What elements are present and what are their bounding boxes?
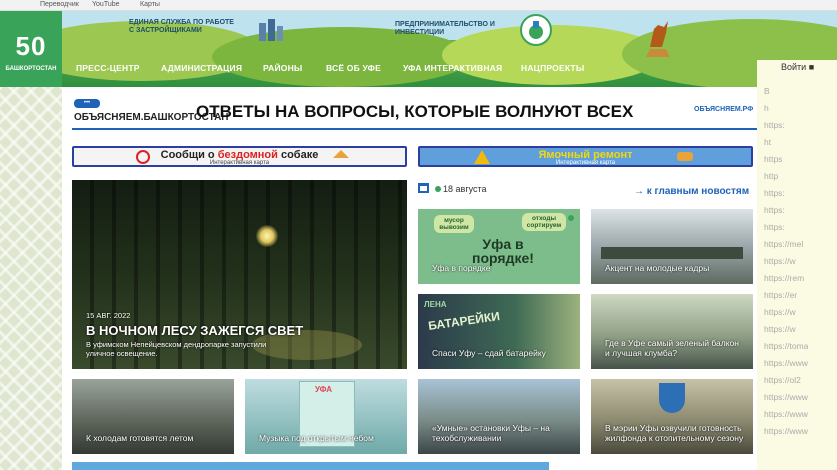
user-icon: ■ (808, 62, 815, 72)
logo-caption: БАШКОРТОСТАН (5, 66, 57, 72)
news-tile-heating-season[interactable]: В мэрии Уфы озвучили готовность жилфонда… (591, 379, 753, 454)
live-dot-icon (568, 215, 574, 221)
bottom-banner-strip (72, 462, 549, 470)
nav-national-projects[interactable]: НАЦПРОЕКТЫ (521, 63, 584, 73)
monument-icon (640, 13, 676, 59)
sidebar-link[interactable]: https://w (764, 256, 796, 266)
nav-about-ufa[interactable]: ВСЁ ОБ УФЕ (326, 63, 381, 73)
buildings-icon (257, 17, 285, 41)
news-tile-smart-stops[interactable]: «Умные» остановки Уфы – на техобслуживан… (418, 379, 580, 454)
tile-sign-1: ЛЕНА (424, 300, 447, 309)
main-news-link[interactable]: → к главным новостям (634, 186, 749, 197)
nav-districts[interactable]: РАЙОНЫ (263, 63, 302, 73)
tile-sign-3: Уфа в порядке! (472, 236, 534, 266)
sidebar-link[interactable]: https://mel (764, 239, 803, 249)
date-bar: 18 августа (418, 183, 487, 194)
featured-date: 15 АВГ. 2022 (86, 311, 131, 320)
sidebar-link[interactable]: https: (764, 222, 785, 232)
news-tile-ufa-order[interactable]: мусор вывозим отходы сортируем Уфа в пор… (418, 209, 580, 284)
news-tile-cold-prep[interactable]: К холодам готовятся летом (72, 379, 234, 454)
sidebar-link[interactable]: https://www (764, 426, 808, 436)
nav-interactive-ufa[interactable]: УФА ИНТЕРАКТИВНАЯ (403, 63, 502, 73)
stray-dogs-subtitle: Интерактивная карта (209, 160, 270, 166)
news-tile-caption: Спаси Уфу – сдай батарейку (432, 348, 546, 358)
sidebar-link[interactable]: https (764, 154, 782, 164)
sidebar-link[interactable]: https://ol2 (764, 375, 801, 385)
sidebar-link[interactable]: https: (764, 188, 785, 198)
sidebar-link[interactable]: https://er (764, 290, 797, 300)
tile-sign-2: отходы сортируем (522, 213, 566, 231)
obyasnyaem-rf-logo: ОБЪЯСНЯЕМ.РФ (694, 106, 754, 113)
sidebar-link[interactable]: h (764, 103, 769, 113)
service-developers-link[interactable]: ЕДИНАЯ СЛУЖБА ПО РАБОТЕ С ЗАСТРОЙЩИКАМИ (129, 19, 239, 35)
bookmarks-bar: Переводчик YouTube Карты (0, 0, 837, 11)
sidebar-link[interactable]: https: (764, 205, 785, 215)
sidebar-link[interactable]: https: (764, 120, 785, 130)
calendar-icon (418, 183, 429, 193)
sidebar-link[interactable]: https://toma (764, 341, 808, 351)
tile-stage-image (601, 247, 743, 259)
stray-dogs-banner[interactable]: Сообщи о бездомной собаке Интерактивная … (72, 146, 407, 167)
city-logo[interactable]: 50 БАШКОРТОСТАН (0, 11, 62, 87)
online-dot-icon (434, 186, 441, 192)
service-business-link[interactable]: ПРЕДПРИНИМАТЕЛЬСТВО И ИНВЕСТИЦИИ (395, 21, 505, 37)
obyasnyaem-badge: ••• (74, 99, 100, 108)
news-tile-caption: Акцент на молодые кадры (605, 263, 710, 273)
street-lamp-glow (256, 225, 278, 247)
page-root: Переводчик YouTube Карты 50 БАШКОРТОСТАН… (0, 0, 837, 470)
sidebar-link[interactable]: https://w (764, 307, 796, 317)
logo-number: 50 (15, 31, 47, 61)
nav-administration[interactable]: АДМИНИСТРАЦИЯ (161, 63, 242, 73)
login-label: Войти (781, 62, 807, 72)
news-tile-batteries[interactable]: ЛЕНА БАТАРЕЙКИ Спаси Уфу – сдай батарейк… (418, 294, 580, 369)
obyasnyaem-banner[interactable]: ••• ОБЪЯСНЯЕМ.БАШКОРТОСТАН ОТВЕТЫ НА ВОП… (72, 96, 757, 130)
site-header: ЕДИНАЯ СЛУЖБА ПО РАБОТЕ С ЗАСТРОЙЩИКАМИ … (62, 11, 837, 87)
sidebar-link[interactable]: https://www (764, 358, 808, 368)
bookmark-youtube[interactable]: YouTube (92, 1, 120, 8)
news-tile-caption: Где в Уфе самый зеленый балкон и лучшая … (605, 338, 739, 358)
nav-press-center[interactable]: ПРЕСС-ЦЕНТР (76, 63, 140, 73)
news-tile-music-open-air[interactable]: УФА Музыка под открытым небом (245, 379, 407, 454)
tile-sign-1: мусор вывозим (434, 215, 474, 233)
right-sidebar-overlay: B h https: ht https http https: https: h… (757, 60, 837, 470)
emblem-icon (659, 383, 685, 413)
current-date: 18 августа (443, 184, 487, 194)
featured-lead: В уфимском Непейцевском дендропарке запу… (86, 340, 267, 358)
bookmark-maps[interactable]: Карты (140, 1, 160, 8)
login-link[interactable]: Войти ■ (781, 62, 814, 72)
sidebar-link[interactable]: https://www (764, 392, 808, 402)
news-tile-caption: Уфа в порядке (432, 263, 491, 273)
news-tile-caption: Музыка под открытым небом (259, 433, 374, 443)
sidebar-link[interactable]: ht (764, 137, 771, 147)
news-tile-caption: К холодам готовятся летом (86, 433, 194, 443)
sidebar-link[interactable]: http (764, 171, 778, 181)
news-tile-young-staff[interactable]: Акцент на молодые кадры (591, 209, 753, 284)
sidebar-link[interactable]: B (764, 86, 770, 96)
featured-news-card[interactable]: 15 АВГ. 2022 В НОЧНОМ ЛЕСУ ЗАЖЕГСЯ СВЕТ … (72, 180, 407, 369)
tile-sign-2: БАТАРЕЙКИ (427, 309, 501, 333)
obyasnyaem-headline: ОТВЕТЫ НА ВОПРОСЫ, КОТОРЫЕ ВОЛНУЮТ ВСЕХ (196, 102, 634, 121)
pothole-repair-banner[interactable]: Ямочный ремонт Интерактивная карта (418, 146, 753, 167)
news-tile-caption: В мэрии Уфы озвучили готовность жилфонда… (605, 423, 744, 443)
tile-sign-1: УФА (315, 385, 333, 394)
sidebar-link[interactable]: https://rem (764, 273, 804, 283)
sidebar-link[interactable]: https://www (764, 409, 808, 419)
sidebar-link[interactable]: https://w (764, 324, 796, 334)
news-tile-green-balcony[interactable]: Где в Уфе самый зеленый балкон и лучшая … (591, 294, 753, 369)
pothole-subtitle: Интерактивная карта (555, 160, 616, 166)
bookmark-translator[interactable]: Переводчик (40, 1, 79, 8)
news-tile-caption: «Умные» остановки Уфы – на техобслуживан… (432, 423, 550, 443)
featured-title: В НОЧНОМ ЛЕСУ ЗАЖЕГСЯ СВЕТ (86, 323, 304, 338)
business-icon[interactable] (520, 14, 552, 46)
